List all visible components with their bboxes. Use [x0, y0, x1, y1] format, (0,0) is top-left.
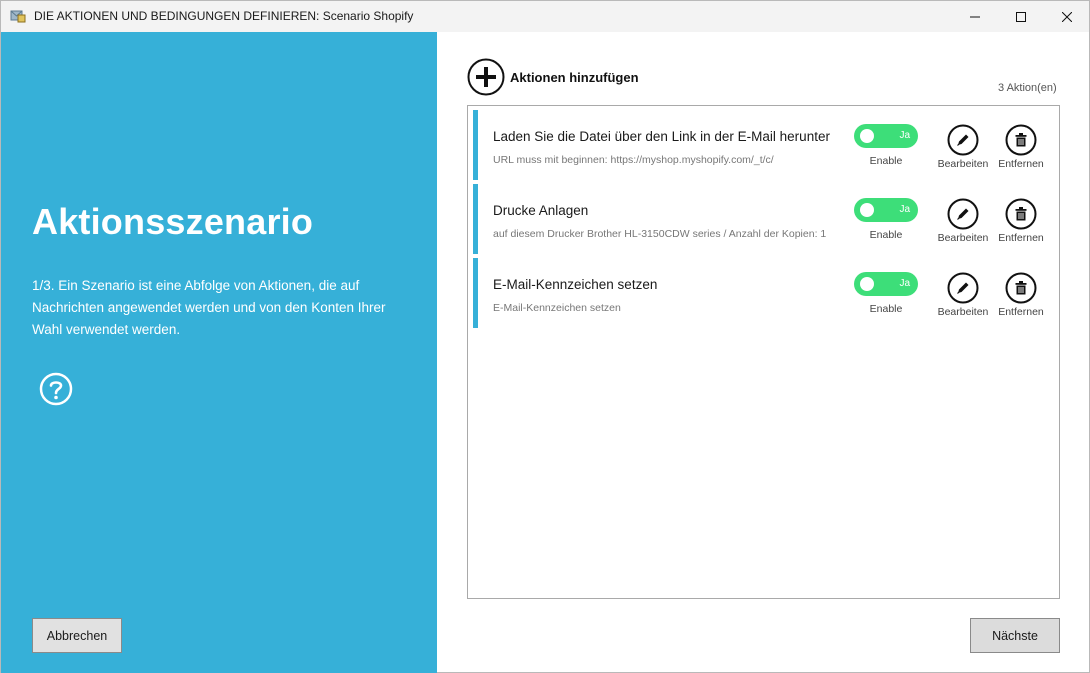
help-icon[interactable] [39, 372, 73, 406]
maximize-button[interactable] [998, 1, 1044, 32]
toggle-state-text: Ja [899, 130, 910, 141]
toggle-knob [860, 277, 874, 291]
minimize-button[interactable] [952, 1, 998, 32]
enable-toggle[interactable]: Ja [854, 198, 918, 222]
scenario-description: 1/3. Ein Szenario ist eine Abfolge von A… [32, 278, 386, 337]
app-icon [10, 10, 26, 23]
action-subtitle: URL muss mit beginnen: https://myshop.my… [493, 154, 774, 166]
list-item: Laden Sie die Datei über den Link in der… [473, 110, 1056, 180]
toggle-knob [860, 203, 874, 217]
action-count: 3 Aktion(en) [998, 82, 1057, 94]
add-action-label: Aktionen hinzufügen [510, 69, 639, 85]
cancel-button[interactable]: Abbrechen [32, 618, 122, 653]
action-subtitle: E-Mail-Kennzeichen setzen [493, 302, 621, 314]
list-item: E-Mail-Kennzeichen setzen E-Mail-Kennzei… [473, 258, 1056, 328]
info-panel: Aktionsszenario 1/3. Ein Szenario ist ei… [1, 32, 437, 673]
delete-label: Entfernen [998, 232, 1044, 244]
action-subtitle: auf diesem Drucker Brother HL-3150CDW se… [493, 228, 827, 240]
close-icon [1062, 11, 1072, 22]
plus-circle-icon [467, 58, 505, 96]
delete-label: Entfernen [998, 306, 1044, 318]
delete-label: Entfernen [998, 158, 1044, 170]
edit-pencil-icon[interactable] [947, 198, 979, 230]
toggle-state-text: Ja [899, 278, 910, 289]
list-item: Drucke Anlagen auf diesem Drucker Brothe… [473, 184, 1056, 254]
action-title: E-Mail-Kennzeichen setzen [493, 277, 658, 292]
add-action-button[interactable]: Aktionen hinzufügen [467, 58, 639, 96]
window-title: DIE AKTIONEN UND BEDINGUNGEN DEFINIEREN:… [34, 9, 414, 23]
enable-toggle[interactable]: Ja [854, 272, 918, 296]
toggle-state-text: Ja [899, 204, 910, 215]
next-button[interactable]: Nächste [970, 618, 1060, 653]
close-button[interactable] [1044, 1, 1090, 32]
edit-label: Bearbeiten [937, 306, 989, 318]
item-accent-bar [473, 258, 478, 328]
action-title: Laden Sie die Datei über den Link in der… [493, 129, 830, 144]
page-title: Aktionsszenario [32, 201, 314, 242]
edit-label: Bearbeiten [937, 232, 989, 244]
toggle-knob [860, 129, 874, 143]
edit-pencil-icon[interactable] [947, 272, 979, 304]
minimize-icon [970, 16, 980, 17]
edit-label: Bearbeiten [937, 158, 989, 170]
action-list: Laden Sie die Datei über den Link in der… [467, 105, 1060, 599]
maximize-icon [1016, 11, 1026, 22]
toggle-label: Enable [869, 303, 903, 315]
trash-icon[interactable] [1005, 124, 1037, 156]
item-accent-bar [473, 184, 478, 254]
item-accent-bar [473, 110, 478, 180]
enable-toggle[interactable]: Ja [854, 124, 918, 148]
title-bar: DIE AKTIONEN UND BEDINGUNGEN DEFINIEREN:… [1, 1, 1089, 32]
trash-icon[interactable] [1005, 272, 1037, 304]
toggle-label: Enable [869, 155, 903, 167]
app-window: DIE AKTIONEN UND BEDINGUNGEN DEFINIEREN:… [0, 0, 1090, 673]
toggle-label: Enable [869, 229, 903, 241]
edit-pencil-icon[interactable] [947, 124, 979, 156]
trash-icon[interactable] [1005, 198, 1037, 230]
action-title: Drucke Anlagen [493, 203, 589, 218]
